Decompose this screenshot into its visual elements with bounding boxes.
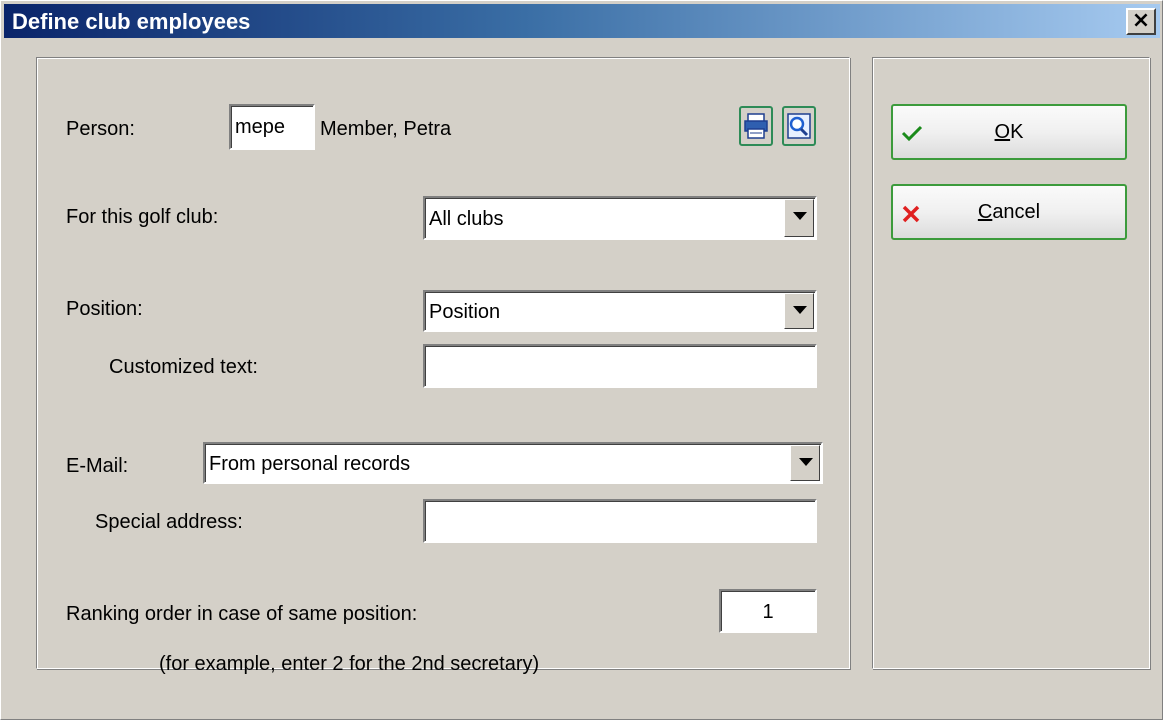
customized-text-input[interactable] (423, 344, 817, 388)
printer-icon (744, 113, 768, 139)
email-value: From personal records (209, 453, 411, 475)
ranking-hint: (for example, enter 2 for the 2nd secret… (159, 653, 540, 675)
print-button[interactable] (739, 106, 773, 146)
dialog-window: Define club employees × Person: mepe Mem… (0, 0, 1163, 720)
button-panel: OK Cancel (872, 57, 1150, 669)
close-button[interactable]: × (1126, 8, 1156, 35)
cancel-button[interactable]: Cancel (891, 184, 1127, 240)
chevron-down-icon (799, 458, 813, 466)
title-bar[interactable]: Define club employees × (4, 4, 1160, 38)
customized-text-label: Customized text: (109, 356, 258, 378)
person-name: Member, Petra (320, 118, 452, 140)
chevron-down-icon (793, 212, 807, 220)
position-dropdown-button[interactable] (784, 293, 814, 329)
golf-club-label: For this golf club: (66, 206, 219, 228)
ranking-input[interactable]: 1 (719, 589, 817, 633)
position-select[interactable]: Position (423, 290, 817, 332)
golf-club-dropdown-button[interactable] (784, 199, 814, 237)
chevron-down-icon (793, 306, 807, 314)
form-panel: Person: mepe Member, Petra For this golf… (36, 57, 850, 675)
special-address-input[interactable] (423, 499, 817, 543)
position-value: Position (429, 301, 501, 323)
person-code-field[interactable]: mepe (229, 104, 315, 150)
cancel-button-label: Cancel (977, 201, 1041, 223)
position-label: Position: (66, 298, 143, 320)
email-dropdown-button[interactable] (790, 445, 820, 481)
ranking-label: Ranking order in case of same position: (66, 603, 418, 625)
dialog-title: Define club employees (12, 9, 251, 34)
ok-button[interactable]: OK (891, 104, 1127, 160)
golf-club-select[interactable]: All clubs (423, 196, 817, 240)
golf-club-value: All clubs (429, 208, 504, 230)
person-label: Person: (66, 118, 135, 140)
magnifier-icon (787, 113, 811, 139)
search-button[interactable] (782, 106, 816, 146)
email-label: E-Mail: (66, 455, 129, 477)
ok-button-label: OK (994, 121, 1024, 143)
special-address-label: Special address: (95, 511, 243, 533)
email-select[interactable]: From personal records (203, 442, 823, 484)
